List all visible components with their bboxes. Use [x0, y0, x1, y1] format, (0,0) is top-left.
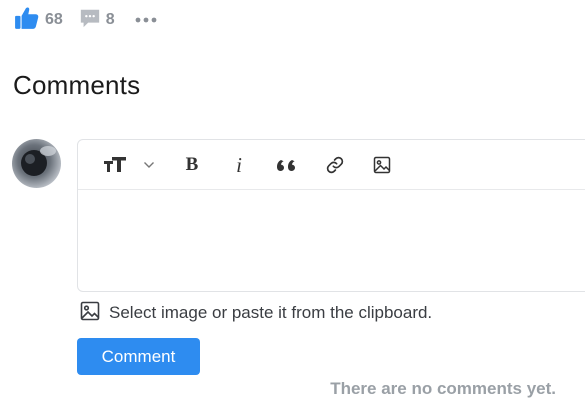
text-size-icon[interactable]	[102, 140, 128, 190]
avatar	[12, 139, 61, 188]
comment-textarea[interactable]	[78, 191, 585, 291]
image-icon	[80, 301, 100, 326]
editor-toolbar: B i	[78, 140, 585, 190]
thumbs-up-icon	[14, 5, 40, 36]
chevron-down-icon[interactable]	[140, 140, 158, 190]
quote-icon[interactable]	[275, 140, 299, 190]
like-count: 68	[45, 11, 63, 28]
comment-button[interactable]: Comment	[77, 338, 200, 375]
like-button[interactable]: 68	[14, 5, 63, 36]
comment-count-button[interactable]: 8	[79, 7, 115, 34]
link-icon[interactable]	[323, 140, 347, 190]
comments-heading: Comments	[13, 70, 141, 100]
italic-button[interactable]: i	[230, 140, 248, 190]
comment-count: 8	[105, 11, 115, 28]
image-icon[interactable]	[372, 140, 392, 190]
comment-editor: B i	[77, 139, 585, 292]
post-stats: 68 8	[14, 5, 157, 36]
upload-image-link[interactable]: Select image or paste it from the clipbo…	[80, 301, 433, 326]
comment-bubble-icon	[79, 7, 101, 34]
empty-state-text: There are no comments yet.	[330, 379, 556, 398]
bold-button[interactable]: B	[182, 140, 202, 190]
more-dots-icon[interactable]	[135, 7, 157, 33]
upload-hint: Select image or paste it from the clipbo…	[109, 303, 433, 322]
